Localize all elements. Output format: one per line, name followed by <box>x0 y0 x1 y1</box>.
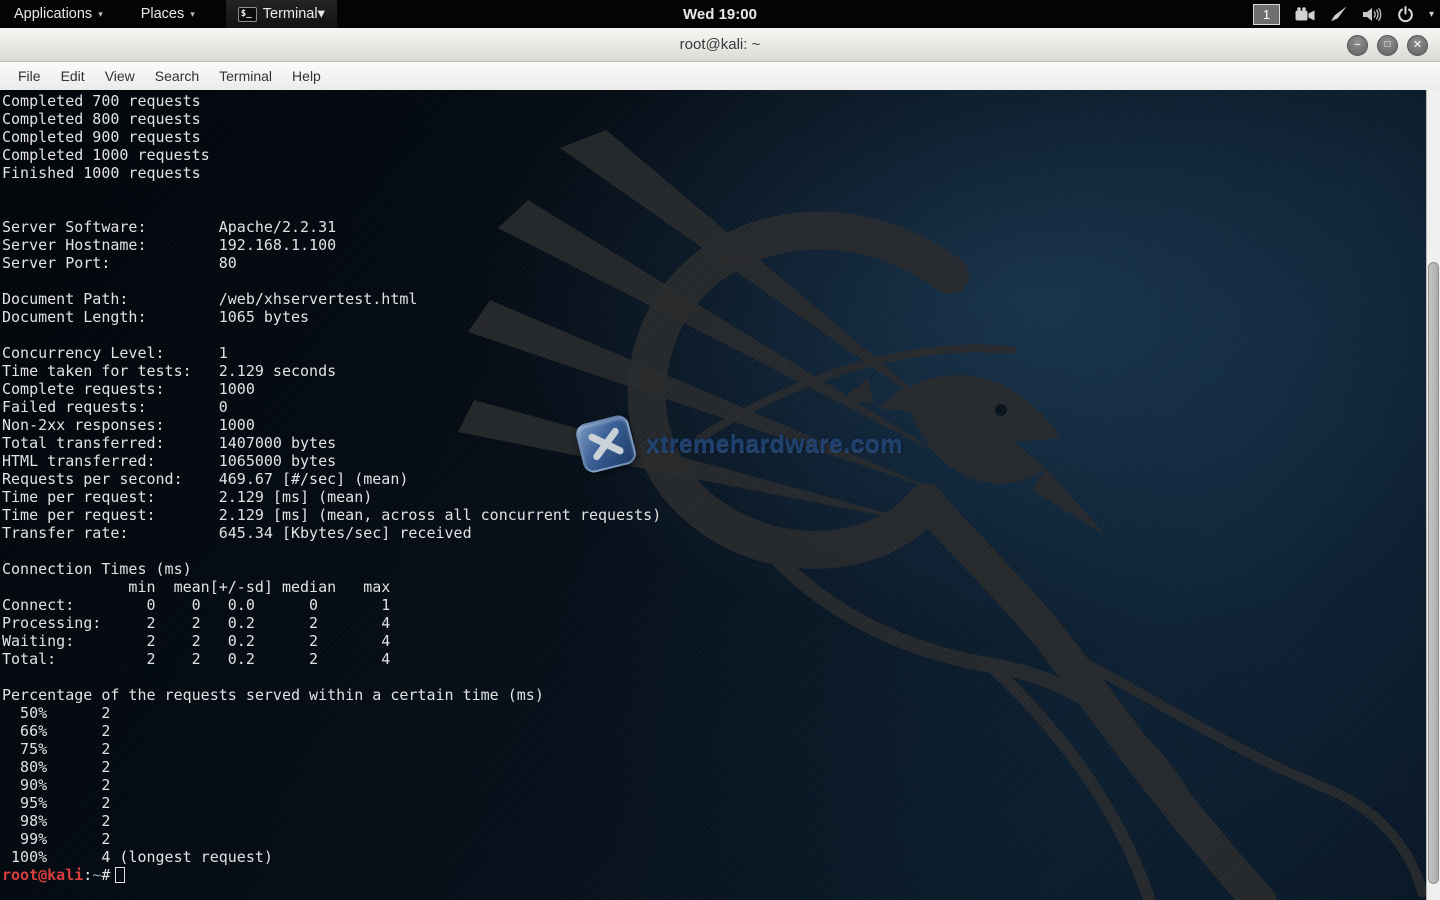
terminal-content[interactable]: xtremehardware.com Completed 700 request… <box>0 90 1440 900</box>
menu-terminal[interactable]: Terminal <box>209 68 282 84</box>
clock[interactable]: Wed 19:00 <box>683 6 757 23</box>
watermark-text: xtremehardware.com <box>646 430 903 459</box>
window-menubar: File Edit View Search Terminal Help <box>0 62 1440 90</box>
terminal-scrollbar[interactable] <box>1426 90 1440 900</box>
panel-status-area: 1 ▾ <box>1253 0 1434 28</box>
menu-view[interactable]: View <box>95 68 145 84</box>
prompt-user: root@kali <box>2 866 83 884</box>
app-indicator-terminal[interactable]: $_ Terminal ▾ <box>226 0 337 28</box>
caret-down-icon: ▾ <box>98 9 103 20</box>
minimize-icon: − <box>1354 40 1360 51</box>
desktop: Applications ▾ Places ▾ $_ Terminal ▾ We… <box>0 0 1440 900</box>
places-menu[interactable]: Places ▾ <box>128 0 208 28</box>
shell-prompt[interactable]: root@kali:~# <box>2 866 125 884</box>
menu-help[interactable]: Help <box>282 68 331 84</box>
places-menu-label: Places <box>141 6 185 22</box>
volume-icon[interactable] <box>1363 7 1382 22</box>
window-title: root@kali: ~ <box>680 36 761 53</box>
maximize-button[interactable]: □ <box>1377 35 1398 56</box>
caret-down-icon: ▾ <box>318 6 325 22</box>
maximize-icon: □ <box>1384 40 1390 50</box>
close-button[interactable]: ✕ <box>1407 35 1428 56</box>
window-titlebar[interactable]: root@kali: ~ − □ ✕ <box>0 28 1440 62</box>
prompt-path: ~ <box>92 866 101 884</box>
power-icon[interactable] <box>1397 6 1414 23</box>
terminal-icon: $_ <box>238 7 257 22</box>
caret-down-icon[interactable]: ▾ <box>1429 9 1434 20</box>
terminal-cursor <box>115 867 125 883</box>
applications-menu-label: Applications <box>14 6 92 22</box>
top-panel: Applications ▾ Places ▾ $_ Terminal ▾ We… <box>0 0 1440 28</box>
prompt-colon: : <box>83 866 92 884</box>
menu-file[interactable]: File <box>8 68 51 84</box>
scrollbar-thumb[interactable] <box>1428 262 1439 884</box>
caret-down-icon: ▾ <box>190 9 195 20</box>
menu-search[interactable]: Search <box>145 68 209 84</box>
close-icon: ✕ <box>1413 40 1422 51</box>
terminal-output[interactable]: Completed 700 requests Completed 800 req… <box>2 92 661 866</box>
prompt-symbol: # <box>101 866 110 884</box>
panel-left: Applications ▾ Places ▾ $_ Terminal ▾ <box>0 0 337 28</box>
menu-edit[interactable]: Edit <box>51 68 95 84</box>
minimize-button[interactable]: − <box>1347 35 1368 56</box>
brush-icon[interactable] <box>1330 6 1348 22</box>
camera-icon[interactable] <box>1295 7 1315 22</box>
app-indicator-label: Terminal <box>263 6 318 22</box>
window-controls: − □ ✕ <box>1347 28 1428 62</box>
applications-menu[interactable]: Applications ▾ <box>0 0 116 28</box>
workspace-indicator[interactable]: 1 <box>1253 4 1280 25</box>
